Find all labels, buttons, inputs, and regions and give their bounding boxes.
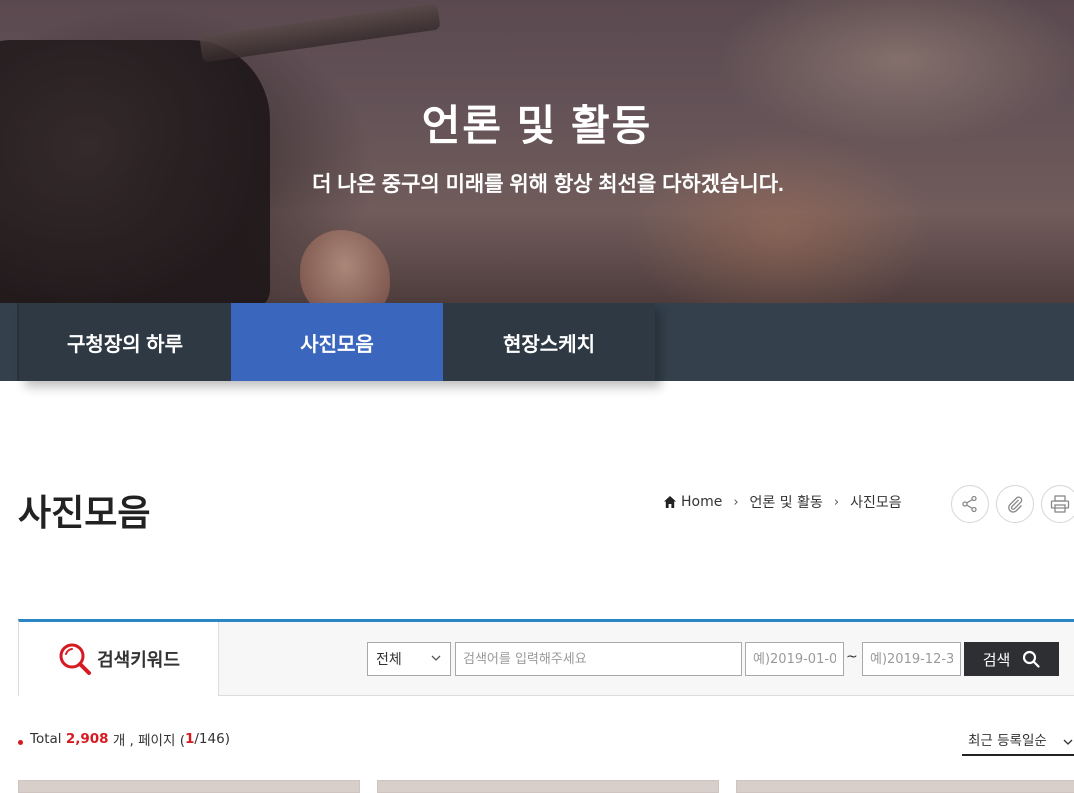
search-label-box: 검색키워드 (19, 622, 219, 696)
result-summary: Total 2,908 개 , 페이지 (1/146) (18, 729, 230, 749)
attach-button[interactable] (996, 485, 1034, 523)
total-prefix: Total (30, 731, 62, 747)
print-icon (1050, 495, 1070, 513)
category-select[interactable]: 전체 (367, 642, 451, 676)
chevron-right-icon: › (833, 494, 840, 510)
total-unit: 개 , (112, 733, 134, 749)
bullet-dot (18, 739, 23, 745)
sub-navigation: 구청장의 하루 사진모음 현장스케치 (0, 303, 1074, 381)
chevron-down-icon (1063, 739, 1073, 745)
keyword-input[interactable] (455, 642, 742, 676)
magnifier-icon (59, 643, 92, 675)
search-label: 검색키워드 (97, 650, 180, 670)
breadcrumb: Home › 언론 및 활동 › 사진모음 (663, 492, 902, 512)
photo-card[interactable] (18, 780, 360, 793)
search-icon (1023, 650, 1040, 668)
photo-card[interactable] (736, 780, 1074, 793)
chevron-down-icon (431, 655, 441, 661)
sort-selected-value: 최근 등록일순 (968, 733, 1047, 749)
hero-title: 언론 및 활동 (421, 102, 653, 149)
tab-photos[interactable]: 사진모음 (231, 303, 443, 381)
print-button[interactable] (1041, 485, 1074, 523)
date-from-input[interactable] (745, 642, 844, 676)
tab-daily[interactable]: 구청장의 하루 (19, 303, 231, 381)
home-icon (663, 495, 677, 509)
breadcrumb-level2[interactable]: 사진모음 (850, 492, 902, 512)
hero-banner: 언론 및 활동 더 나은 중구의 미래를 위해 항상 최선을 다하겠습니다. (0, 0, 1074, 303)
search-button-label: 검색 (982, 651, 1011, 669)
breadcrumb-level1[interactable]: 언론 및 활동 (750, 492, 823, 512)
hero-subtitle: 더 나은 중구의 미래를 위해 항상 최선을 다하겠습니다. (312, 173, 784, 196)
date-to-input[interactable] (862, 642, 961, 676)
photo-card[interactable] (377, 780, 719, 793)
page-current: 1 (184, 731, 195, 747)
search-panel: 검색키워드 전체 ~ 검색 (18, 619, 1074, 696)
breadcrumb-home[interactable]: Home (681, 494, 722, 510)
category-selected-value: 전체 (376, 652, 402, 668)
sort-select[interactable]: 최근 등록일순 (962, 724, 1074, 756)
page-prefix: 페이지 ( (138, 733, 185, 749)
subnav-tabs: 구청장의 하루 사진모음 현장스케치 (19, 303, 655, 381)
total-count: 2,908 (65, 731, 109, 747)
share-icon (962, 495, 977, 513)
page-rest: /146) (194, 731, 230, 747)
tab-field-sketch[interactable]: 현장스케치 (443, 303, 655, 381)
date-range-separator: ~ (846, 649, 858, 665)
search-button[interactable]: 검색 (964, 642, 1059, 676)
chevron-right-icon: › (733, 494, 739, 510)
page-title: 사진모음 (18, 492, 151, 533)
attach-icon (1008, 496, 1023, 513)
share-button[interactable] (951, 485, 989, 523)
